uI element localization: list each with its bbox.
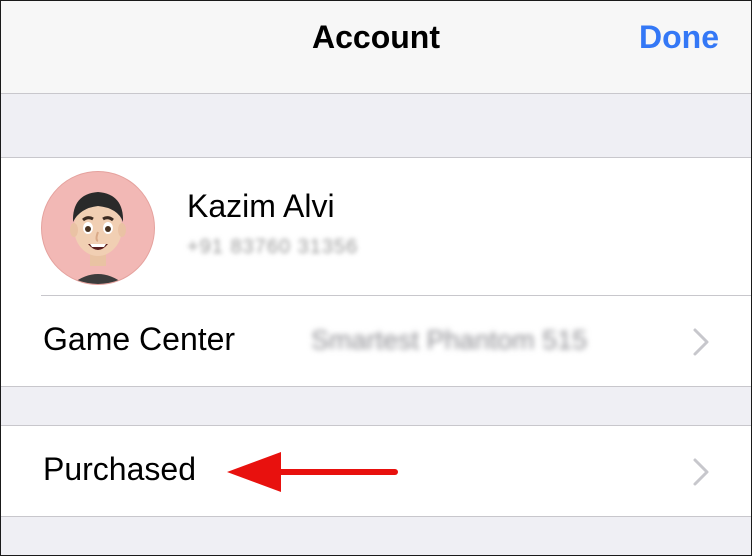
screen-frame: Account Done Kazim Alvi +91 83760 31356 … [0, 0, 752, 556]
purchased-label: Purchased [43, 451, 196, 487]
profile-name: Kazim Alvi [187, 188, 335, 224]
game-center-nickname: Smartest Phantom 515 [311, 325, 588, 355]
profile-row[interactable]: Kazim Alvi +91 83760 31356 [1, 158, 751, 295]
account-group: Kazim Alvi +91 83760 31356 Game Center S… [1, 157, 751, 387]
done-button[interactable]: Done [639, 19, 719, 56]
game-center-label: Game Center [43, 321, 236, 357]
chevron-right-icon [693, 458, 709, 486]
red-arrow-pointer [227, 452, 398, 492]
navigation-bar: Account Done [1, 1, 751, 94]
profile-phone: +91 83760 31356 [187, 236, 359, 258]
chevron-right-icon [693, 328, 709, 356]
memoji-avatar-icon [41, 171, 155, 285]
game-center-row[interactable]: Game Center Smartest Phantom 515 [1, 296, 751, 386]
